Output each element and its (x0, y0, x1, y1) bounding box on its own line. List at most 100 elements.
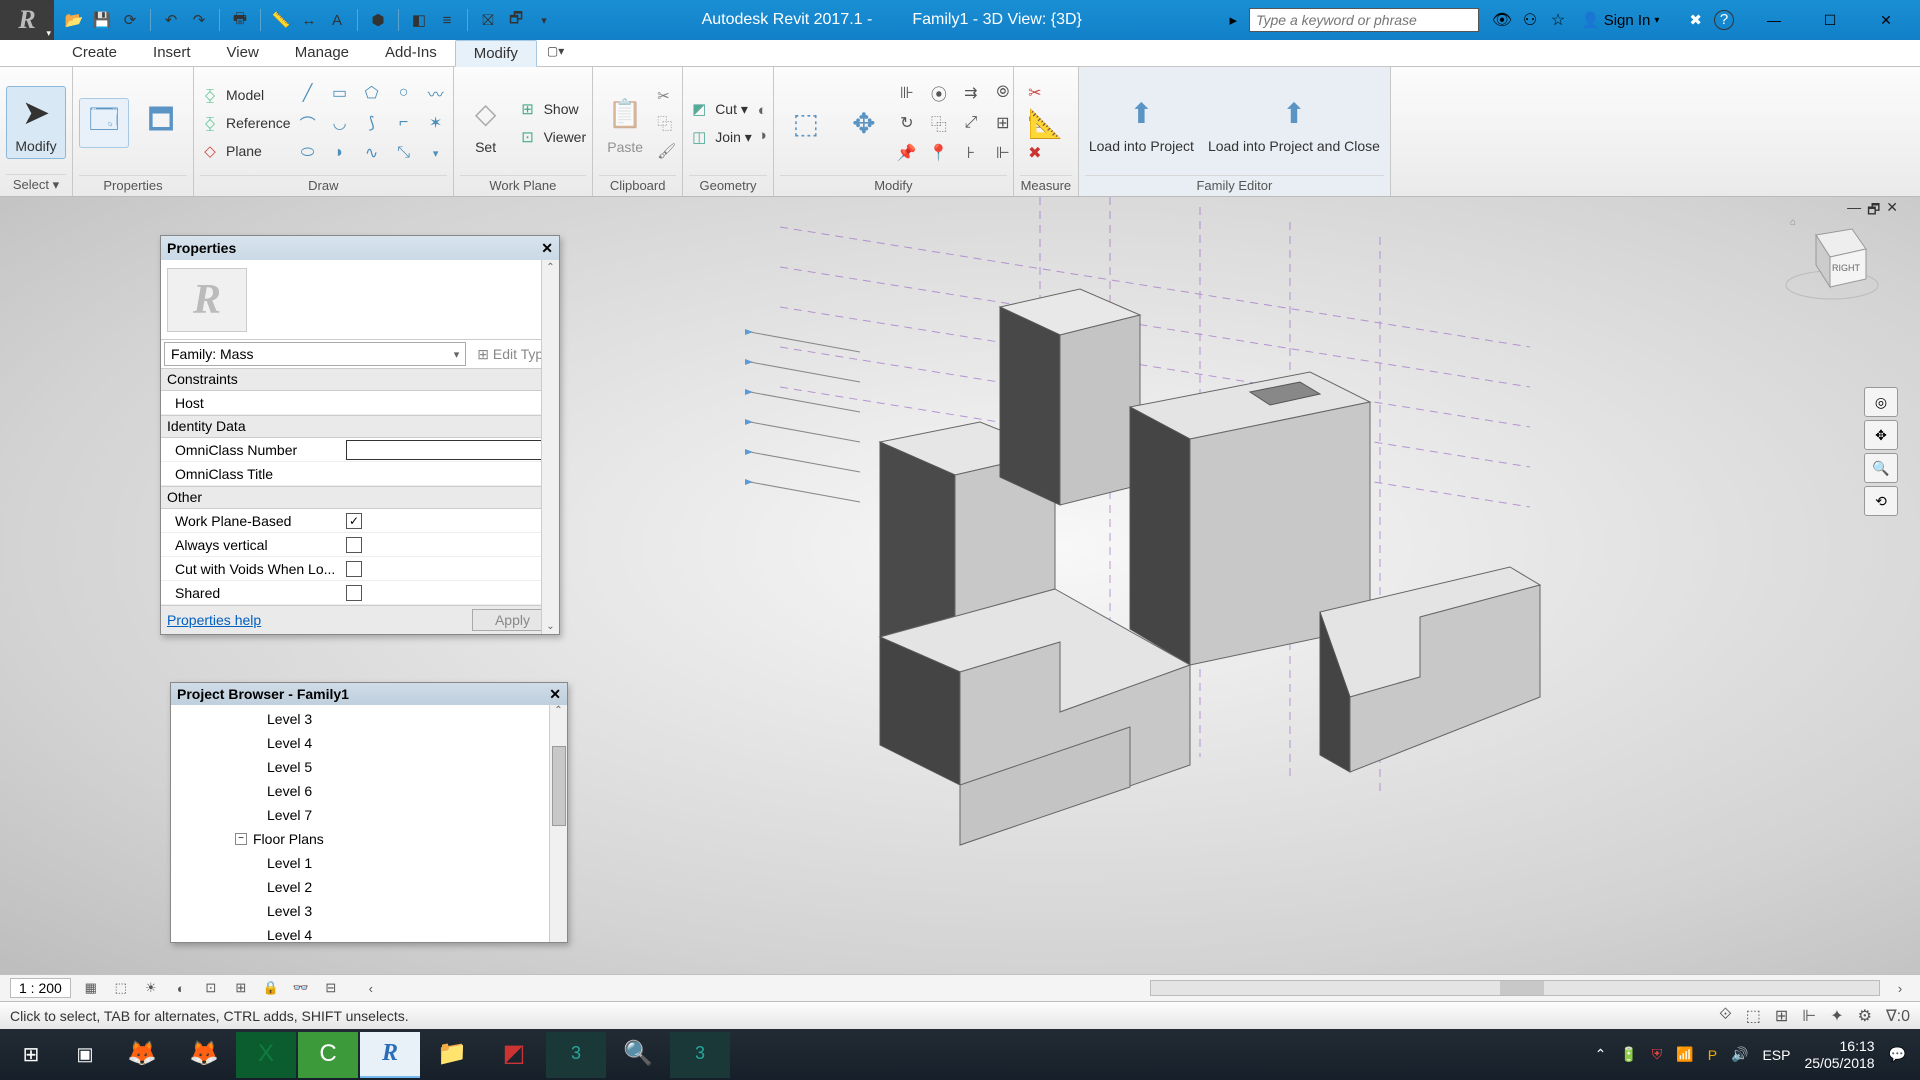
tree-item[interactable]: Level 4 (219, 923, 567, 942)
measure-icon[interactable]: 📏 (271, 10, 291, 30)
prop-shared-checkbox[interactable] (346, 585, 362, 601)
polygon-icon[interactable]: ⬠ (361, 82, 383, 104)
app-revit[interactable]: R (360, 1032, 420, 1078)
rotate-icon[interactable]: ↻ (896, 112, 918, 134)
maximize-button[interactable]: ☐ (1802, 0, 1858, 40)
scroll-left-icon[interactable]: ‹ (361, 979, 381, 997)
orbit-icon[interactable]: ⟲ (1864, 486, 1898, 516)
rect-icon[interactable]: ▭ (329, 82, 351, 104)
properties-scrollbar[interactable]: ⌃⌄ (541, 260, 559, 634)
search-input[interactable] (1249, 8, 1479, 32)
app-explorer[interactable]: 📁 (422, 1032, 482, 1078)
app-firefox-2[interactable]: 🦊 (174, 1032, 234, 1078)
app-firefox-1[interactable]: 🦊 (112, 1032, 172, 1078)
load-close-button[interactable]: ⬆Load into Project and Close (1204, 92, 1384, 154)
cut-clip-icon[interactable]: ✂ (657, 87, 676, 105)
circle-icon[interactable]: ○ (393, 82, 415, 104)
move-button[interactable]: ✥ (838, 101, 890, 145)
copy-icon[interactable]: ⿻ (928, 112, 950, 134)
tray-clock[interactable]: 16:13 25/05/2018 (1804, 1038, 1874, 1072)
draw-drop-icon[interactable]: ▾ (425, 142, 447, 164)
measure-button[interactable]: 📐 (1020, 101, 1072, 145)
match-icon[interactable]: 🖌 (657, 142, 676, 160)
pick-lines-icon[interactable]: ⤡ (393, 142, 415, 164)
prop-omninum-input[interactable] (346, 440, 553, 460)
qat-dropdown-icon[interactable]: ▾ (534, 10, 554, 30)
partial-ellipse-icon[interactable]: ◗ (329, 142, 351, 164)
status-icon-2[interactable]: ⬚ (1746, 1006, 1761, 1026)
redo-icon[interactable]: ↷ (189, 10, 209, 30)
app-sketchup[interactable]: ◩ (484, 1032, 544, 1078)
app-search[interactable]: 🔍 (608, 1032, 668, 1078)
tree-item[interactable]: Level 1 (219, 851, 567, 875)
type-properties-button[interactable]: 🗖 (135, 101, 187, 145)
tree-item[interactable]: Level 2 (219, 875, 567, 899)
exchange-icon[interactable]: ✖ (1689, 11, 1702, 29)
activate-dims-button[interactable]: ⬚ (780, 101, 832, 145)
trim-single-icon[interactable]: ⊦ (960, 142, 982, 164)
tree-item[interactable]: Level 4 (219, 731, 567, 755)
pan-icon[interactable]: ✥ (1864, 420, 1898, 450)
tab-create[interactable]: Create (54, 40, 135, 66)
save-icon[interactable]: 💾 (92, 10, 112, 30)
task-view-button[interactable]: ▣ (58, 1044, 112, 1065)
tab-addins[interactable]: Add-Ins (367, 40, 455, 66)
tab-insert[interactable]: Insert (135, 40, 209, 66)
app-menu-button[interactable]: R ▾ (0, 0, 54, 40)
app-3dsmax-2[interactable]: 3 (670, 1032, 730, 1078)
tray-up-icon[interactable]: ⌃ (1595, 1046, 1607, 1063)
tab-extra-icon[interactable]: ▢▾ (537, 40, 574, 66)
tray-p-icon[interactable]: P (1708, 1047, 1717, 1063)
app-excel[interactable]: X (236, 1032, 296, 1078)
thin-lines-icon[interactable]: ≡ (437, 10, 457, 30)
align-icon[interactable]: ⊪ (896, 82, 918, 104)
close-hidden-icon[interactable]: ⛝ (478, 10, 498, 30)
join-button[interactable]: ◫Join ▾ (689, 127, 752, 147)
array-icon[interactable]: ⊞ (992, 112, 1014, 134)
ellipse-icon[interactable]: ⬭ (297, 142, 319, 164)
load-project-button[interactable]: ⬆Load into Project (1085, 92, 1198, 154)
tree-item[interactable]: Level 3 (219, 707, 567, 731)
arc-center-icon[interactable]: ◡ (329, 112, 351, 134)
mirror-draw-icon[interactable]: ⦾ (992, 82, 1014, 104)
cat-other[interactable]: Other⌃ (161, 486, 559, 509)
split-face-icon[interactable]: ◑ (758, 127, 767, 144)
zoom-icon[interactable]: 🔍 (1864, 453, 1898, 483)
arc-start-icon[interactable]: ⌒ (297, 112, 319, 134)
cat-identity[interactable]: Identity Data⌃ (161, 415, 559, 438)
sunpath-icon[interactable]: ☀ (141, 979, 161, 997)
open-icon[interactable]: 📂 (64, 10, 84, 30)
spline-pts-icon[interactable]: ∿ (361, 142, 383, 164)
prop-cutvoids-checkbox[interactable] (346, 561, 362, 577)
properties-close-icon[interactable]: ✕ (541, 240, 553, 257)
family-type-selector[interactable]: Family: Mass▾ (164, 342, 466, 366)
model-line-button[interactable]: ⧰Model (200, 85, 291, 105)
app-camtasia[interactable]: C (298, 1032, 358, 1078)
tree-item[interactable]: Level 7 (219, 803, 567, 827)
tab-manage[interactable]: Manage (277, 40, 367, 66)
spline-icon[interactable]: 〰 (425, 82, 447, 104)
properties-help-link[interactable]: Properties help (167, 612, 261, 628)
detail-level-icon[interactable]: ▦ (81, 979, 101, 997)
scroll-right-icon[interactable]: › (1890, 979, 1910, 997)
reveal-icon[interactable]: ⊟ (321, 979, 341, 997)
arc-tangent-icon[interactable]: ⟆ (361, 112, 383, 134)
tab-view[interactable]: View (209, 40, 277, 66)
tray-battery-icon[interactable]: 🔋 (1620, 1046, 1637, 1063)
properties-button[interactable]: 🗔 (79, 98, 129, 148)
browser-scrollbar[interactable]: ⌃ (549, 705, 567, 942)
tray-notifications-icon[interactable]: 💬 (1889, 1046, 1906, 1063)
horizontal-scrollbar[interactable] (1150, 980, 1880, 996)
dimension-icon[interactable]: ↔ (299, 10, 319, 30)
mirror-axis-icon[interactable]: ⦿ (928, 82, 950, 104)
set-plane-button[interactable]: ◇Set (460, 92, 512, 155)
section-icon[interactable]: ◧ (409, 10, 429, 30)
undo-icon[interactable]: ↶ (161, 10, 181, 30)
trim-multi-icon[interactable]: ⊩ (992, 142, 1014, 164)
point-icon[interactable]: ✶ (425, 112, 447, 134)
lock3d-icon[interactable]: 🔒 (261, 979, 281, 997)
start-button[interactable]: ⊞ (4, 1042, 58, 1067)
view-cube[interactable]: RIGHT ⌂ (1782, 215, 1882, 305)
crop-region-icon[interactable]: ⊞ (231, 979, 251, 997)
reference-line-button[interactable]: ⧰Reference (200, 113, 291, 133)
